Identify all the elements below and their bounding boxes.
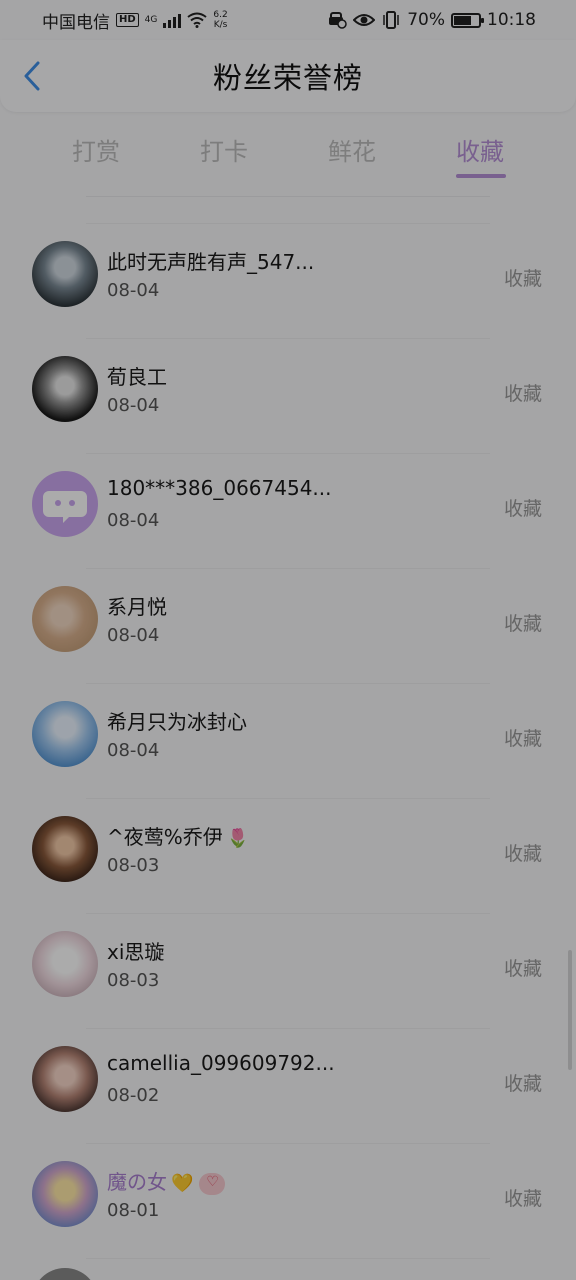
user-name: xi思璇 [107,940,165,964]
action-label: 收藏 [503,1073,542,1095]
status-bar: 中国电信 HD 4G 6.2 K/s 70% 10:18 [0,0,576,40]
action-label: 收藏 [503,268,542,290]
date-label: 08-03 [107,970,160,991]
net-speed: 6.2 K/s [213,10,227,30]
eye-icon [353,14,376,26]
tab-reward[interactable]: 打赏 [46,120,146,180]
user-name: 180***386_0667454... [107,476,332,500]
date-label: 08-01 [107,1200,160,1221]
avatar[interactable] [32,931,98,997]
car-mode-icon [329,12,347,29]
avatar[interactable] [32,586,98,652]
avatar[interactable] [32,1161,98,1227]
date-label: 08-03 [107,855,160,876]
action-label: 收藏 [503,383,542,405]
avatar[interactable] [32,241,98,307]
divider [86,1258,490,1259]
user-name-text: ^夜莺%乔伊 [107,825,223,849]
list-item[interactable]: 荀良工 08-04 收藏 [0,339,576,454]
user-name: 荀良工 [107,365,167,389]
list-item[interactable]: 系月悦 08-04 收藏 [0,569,576,684]
date-label: 08-04 [107,395,160,416]
tab-favorites[interactable]: 收藏 [430,120,530,180]
back-button[interactable] [18,61,46,91]
scrollbar[interactable] [568,950,572,1070]
vip-heart-badge-icon [199,1172,226,1195]
net-speed-unit: K/s [213,20,228,30]
list-item[interactable]: 此时无声胜有声_547... 08-04 收藏 [0,224,576,339]
avatar[interactable] [32,1268,98,1280]
tulip-icon: 🌷 [226,828,250,849]
tab-flowers[interactable]: 鲜花 [302,120,402,180]
avatar[interactable] [32,1046,98,1112]
action-label: 收藏 [503,613,542,635]
tab-bar: 打赏 打卡 鲜花 收藏 [0,120,576,180]
user-name: 魔の女 💛 [107,1166,226,1195]
tab-checkin[interactable]: 打卡 [174,120,274,180]
battery-percent: 70% [407,10,445,30]
list-item[interactable]: ^夜莺%乔伊 🌷 08-03 收藏 [0,799,576,914]
status-left: 中国电信 HD 4G 6.2 K/s [42,8,228,33]
carrier-label: 中国电信 [42,12,110,33]
user-name: ^夜莺%乔伊 🌷 [107,821,249,850]
user-name: 系月悦 [107,595,167,619]
hd-badge: HD [116,13,139,27]
battery-icon [451,12,484,28]
user-name: 希月只为冰封心 [107,710,247,734]
list-item[interactable]: 希月只为冰封心 08-04 收藏 [0,684,576,799]
date-label: 08-04 [107,510,160,531]
yellow-heart-icon: 💛 [171,1173,194,1194]
net-speed-value: 6.2 [213,10,228,20]
screen: 中国电信 HD 4G 6.2 K/s 70% 10:18 粉丝荣誉榜 打赏 打卡… [0,0,576,1280]
date-label: 08-04 [107,625,160,646]
list-item[interactable]: xi思璇 08-03 收藏 [0,914,576,1029]
status-right: 70% 10:18 [327,10,536,30]
date-label: 08-04 [107,280,160,301]
user-name-text: 魔の女 [107,1170,167,1194]
avatar[interactable] [32,701,98,767]
network-label: 4G [144,15,158,25]
user-name: 此时无声胜有声_547... [107,250,315,274]
clock: 10:18 [487,10,536,30]
signal-icon [163,12,182,28]
action-label: 收藏 [503,843,542,865]
avatar[interactable] [32,816,98,882]
date-label: 08-02 [107,1085,160,1106]
vibrate-icon [383,11,399,29]
action-label: 收藏 [503,958,542,980]
user-name: camellia_099609792... [107,1051,335,1075]
chat-bubble-icon [43,491,87,523]
list-item[interactable]: 魔の女💛 08-01 收藏 [0,1144,576,1259]
list-item[interactable]: 180***386_0667454... 08-04 收藏 [0,454,576,569]
action-label: 收藏 [503,728,542,750]
avatar[interactable] [32,471,98,537]
date-label: 08-04 [107,740,160,761]
header: 粉丝荣誉榜 [0,40,576,112]
divider [86,196,490,197]
chevron-left-icon [24,61,40,91]
list-item[interactable]: camellia_099609792... 08-02 收藏 [0,1029,576,1144]
action-label: 收藏 [503,1188,542,1210]
avatar[interactable] [32,356,98,422]
action-label: 收藏 [503,498,542,520]
wifi-icon [187,12,207,28]
page-title: 粉丝荣誉榜 [212,61,363,95]
fan-list: 此时无声胜有声_547... 08-04 收藏 荀良工 08-04 收藏 180… [0,224,576,1259]
